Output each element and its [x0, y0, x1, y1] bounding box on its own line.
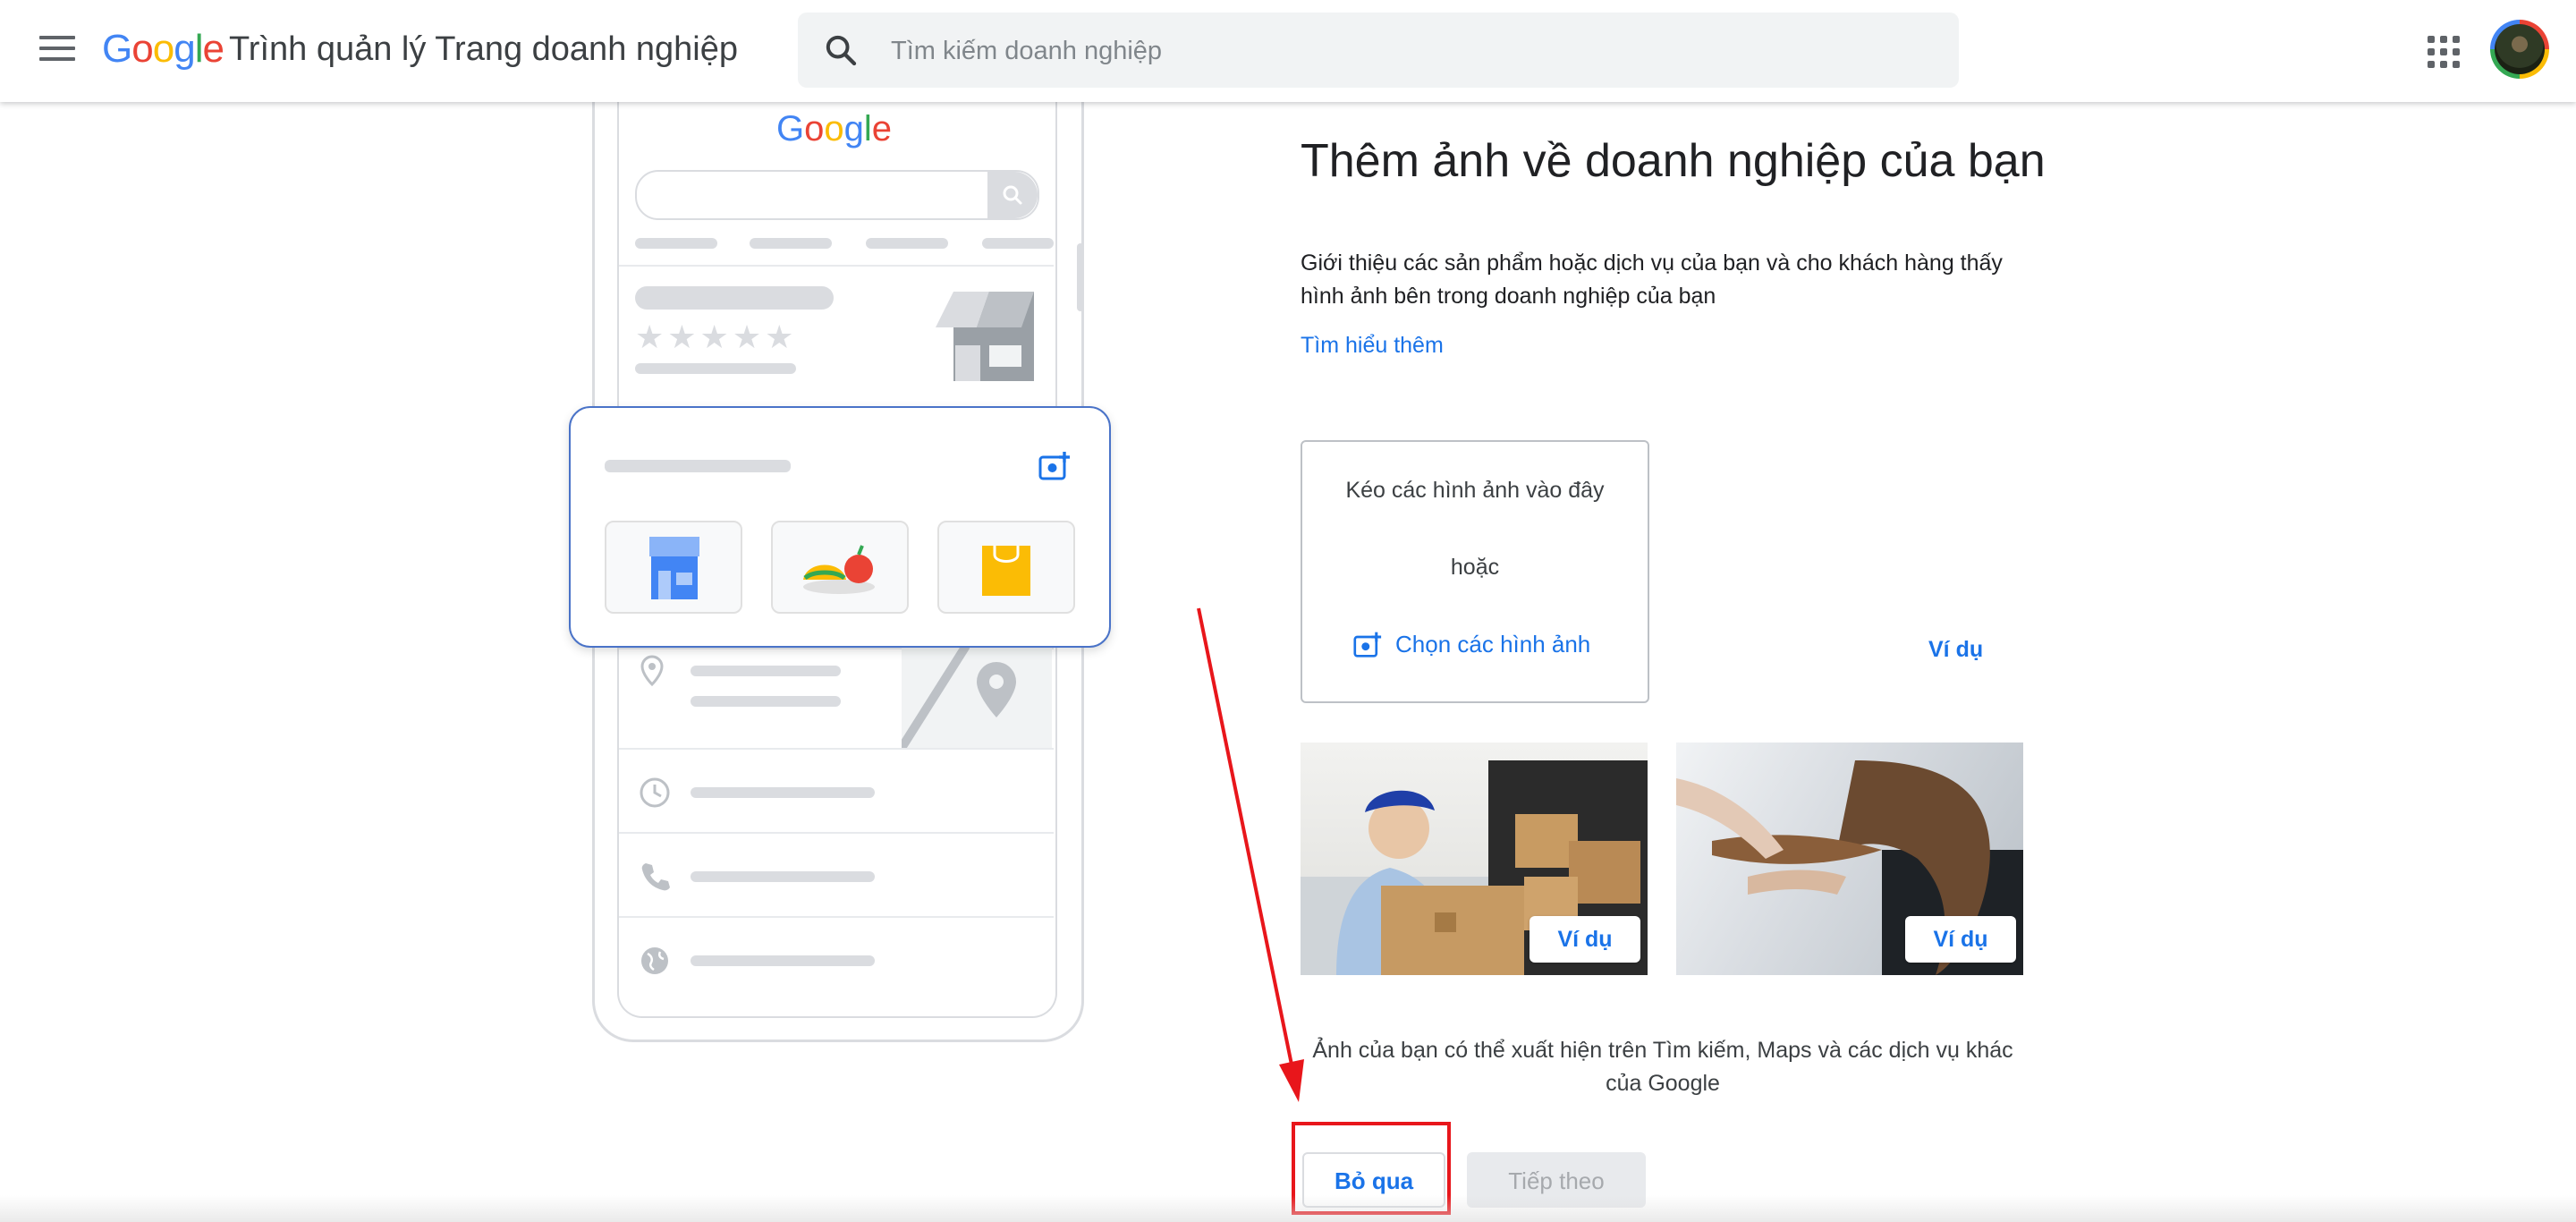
clock-icon: [640, 777, 670, 808]
phone-search-field: [635, 170, 1039, 220]
placeholder-bar: [982, 238, 1054, 249]
placeholder-bar: [691, 871, 875, 882]
example-link[interactable]: Ví dụ: [1928, 637, 1983, 663]
learn-more-link[interactable]: Tìm hiểu thêm: [1301, 333, 1444, 359]
shopping-bag-icon: [982, 546, 1030, 596]
map-thumbnail: [897, 643, 1052, 751]
divider: [619, 748, 1054, 750]
store-icon: [649, 537, 699, 599]
divider: [619, 832, 1054, 834]
logo-letter: g: [174, 27, 196, 71]
storefront-tile: [605, 521, 742, 614]
search-input[interactable]: [889, 23, 1877, 79]
page-title: Thêm ảnh về doanh nghiệp của bạn: [1301, 135, 2046, 187]
phone-google-logo: Google: [776, 109, 892, 149]
add-photo-icon: [1038, 452, 1070, 480]
choose-photos-label: Chọn các hình ảnh: [1395, 630, 1591, 658]
add-photo-icon: [1353, 632, 1382, 658]
page-description: Giới thiệu các sản phẩm hoặc dịch vụ của…: [1301, 250, 2003, 309]
logo-letter: l: [194, 27, 204, 71]
search-icon: [1003, 185, 1022, 205]
logo-letter: l: [863, 109, 872, 149]
logo-letter: o: [804, 109, 825, 149]
placeholder-bar: [750, 238, 832, 249]
placeholder-bar: [605, 460, 791, 472]
logo-letter: G: [776, 109, 805, 149]
logo-letter: G: [102, 27, 132, 71]
bottom-shadow: [0, 1195, 2576, 1222]
example-button[interactable]: Ví dụ: [1530, 916, 1640, 963]
divider: [619, 916, 1054, 918]
shopping-tile: [937, 521, 1075, 614]
location-pin-icon: [640, 655, 664, 687]
choose-photos-button[interactable]: Chọn các hình ảnh: [1352, 626, 1590, 662]
logo-letter: e: [202, 27, 225, 71]
rating-stars: ★★★★★: [635, 318, 798, 355]
logo-letter: e: [871, 109, 893, 149]
placeholder-bar: [635, 238, 717, 249]
top-app-bar: Google Trình quản lý Trang doanh nghiệp: [0, 0, 2576, 102]
divider: [619, 265, 1054, 267]
phone-icon: [641, 863, 670, 891]
drop-zone-text: Kéo các hình ảnh vào đây: [1345, 478, 1605, 503]
google-logo: Google: [102, 27, 225, 72]
food-tile: [771, 521, 909, 614]
phone-search-button: [987, 172, 1038, 218]
example-button[interactable]: Ví dụ: [1905, 916, 2016, 963]
placeholder-bar: [691, 696, 841, 707]
annotation-arrow: [1197, 607, 1304, 1102]
example-photo-hair-salon: Ví dụ: [1676, 743, 2023, 975]
placeholder-bar: [866, 238, 948, 249]
search-icon[interactable]: [823, 32, 859, 68]
account-avatar[interactable]: [2490, 20, 2549, 79]
menu-icon[interactable]: [36, 30, 79, 70]
apps-grid-icon[interactable]: [2428, 36, 2460, 68]
example-photo-delivery: Ví dụ: [1301, 743, 1648, 975]
globe-icon: [641, 947, 668, 974]
placeholder-bar: [691, 787, 875, 798]
placeholder-bar: [691, 955, 875, 966]
or-separator: hoặc: [1450, 555, 1500, 580]
placeholder-bar: [691, 666, 841, 676]
storefront-icon: [936, 292, 1034, 381]
food-icon: [803, 545, 875, 594]
logo-letter: o: [131, 27, 154, 71]
map-pin-icon: [897, 643, 1016, 751]
phone-side-button: [1077, 243, 1084, 311]
placeholder-title-bar: [635, 286, 834, 310]
logo-letter: g: [843, 109, 864, 149]
visibility-note: Ảnh của bạn có thể xuất hiện trên Tìm ki…: [1312, 1038, 2013, 1096]
logo-letter: o: [152, 27, 175, 71]
logo-letter: o: [824, 109, 844, 149]
placeholder-bar: [635, 363, 796, 374]
app-title: Trình quản lý Trang doanh nghiệp: [229, 30, 738, 68]
